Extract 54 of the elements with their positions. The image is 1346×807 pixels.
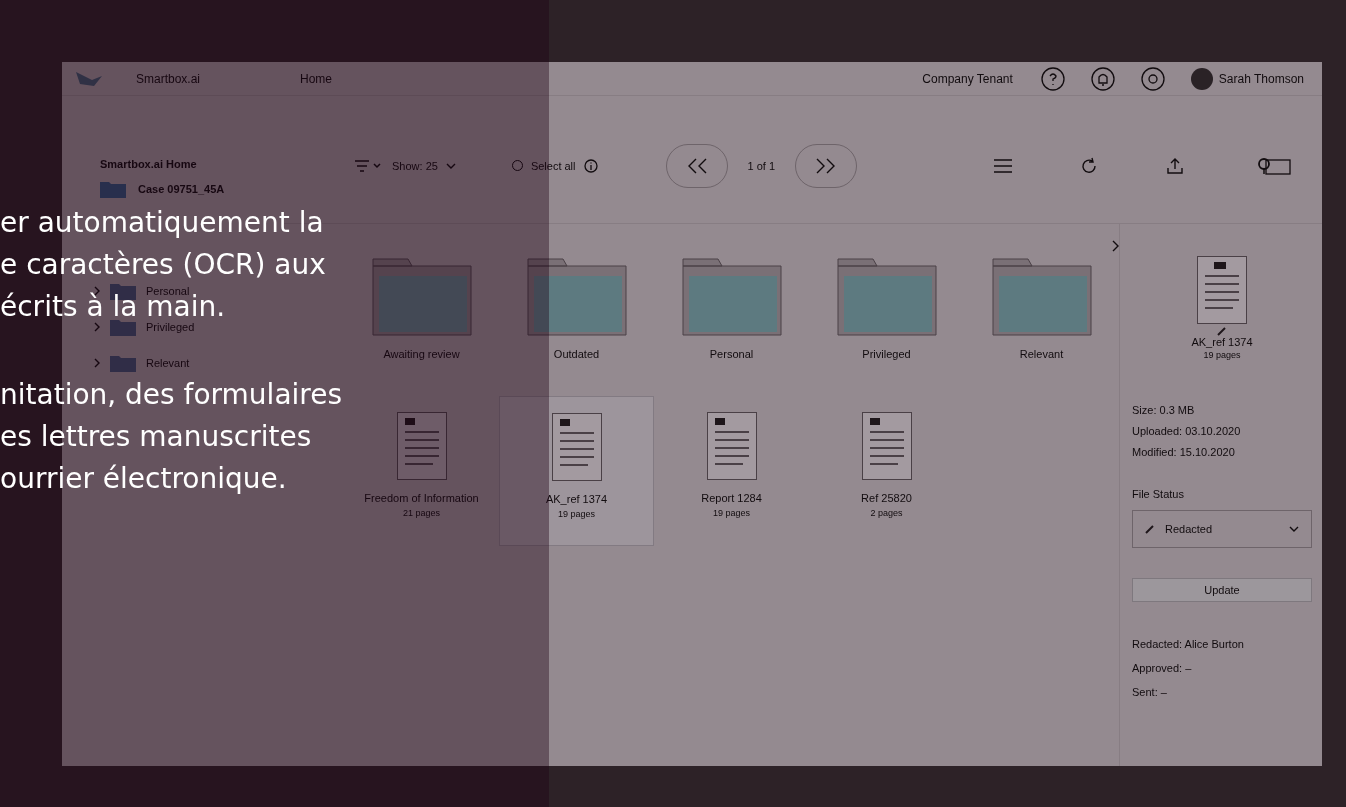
page-title: Home	[300, 71, 332, 86]
folder-icon	[681, 258, 782, 336]
status-dropdown[interactable]: Redacted	[1132, 510, 1312, 548]
history-entry: Sent: –	[1132, 686, 1168, 698]
folder-icon	[100, 180, 126, 198]
folder-icon	[110, 318, 136, 336]
history-entry: Redacted: Alice Burton	[1132, 638, 1245, 650]
document-thumbnail-icon	[1197, 256, 1247, 324]
chevron-icon[interactable]	[94, 322, 100, 332]
pen-icon	[1217, 326, 1227, 336]
settings-icon[interactable]	[1140, 66, 1165, 91]
document-thumbnail-icon	[861, 412, 912, 480]
tenant-name[interactable]: Company Tenant	[922, 71, 1013, 86]
folder-icon	[371, 258, 472, 336]
user-name[interactable]: Sarah Thomson	[1218, 71, 1304, 86]
caret-icon[interactable]	[445, 162, 456, 169]
folder-icon	[526, 258, 627, 336]
folder-tile[interactable]: Privileged	[809, 246, 964, 396]
folder-icon	[991, 258, 1092, 336]
status-label: File Status	[1132, 488, 1185, 500]
update-button[interactable]: Update	[1132, 578, 1312, 602]
user-avatar[interactable]	[1190, 67, 1213, 90]
folder-tile[interactable]: Relevant	[964, 246, 1119, 396]
select-all-label[interactable]: Select all	[530, 159, 576, 172]
page-count: 19 pages	[1203, 350, 1241, 360]
caption-text: nitation, des formulaires	[0, 383, 343, 407]
folder-tile[interactable]: Outdated	[499, 246, 654, 396]
app-name: Smartbox.ai	[136, 71, 202, 86]
refresh-icon[interactable]	[1080, 156, 1098, 175]
document-thumbnail-icon	[706, 412, 757, 480]
info-icon[interactable]	[583, 158, 598, 173]
list-view-icon[interactable]	[994, 158, 1012, 173]
document-tile[interactable]: AK_ref 1374 19 pages	[499, 396, 654, 546]
history-entry: Approved: –	[1132, 662, 1193, 674]
document-thumbnail-icon	[396, 412, 447, 480]
page-indicator: 1 of 1	[747, 159, 776, 172]
folder-icon	[110, 354, 136, 372]
file-name: AK_ref 1374	[1191, 336, 1253, 348]
document-thumbnail-icon	[551, 413, 602, 481]
help-icon[interactable]	[1040, 66, 1065, 91]
chevron-icon[interactable]	[94, 358, 100, 368]
file-info: Modified: 15.10.2020	[1132, 446, 1236, 458]
folder-icon	[836, 258, 937, 336]
file-info: Uploaded: 03.10.2020	[1132, 425, 1242, 437]
upload-icon[interactable]	[1166, 156, 1184, 175]
file-info: Size: 0.3 MB	[1132, 404, 1196, 416]
document-tile[interactable]: Report 1284 19 pages	[654, 396, 809, 546]
caret-icon	[1289, 526, 1299, 532]
folder-tile[interactable]: Personal	[654, 246, 809, 396]
chevron-icon[interactable]	[1112, 240, 1120, 252]
caption-text: es lettres manuscrites	[0, 425, 312, 449]
pen-icon	[1145, 524, 1155, 534]
document-tile[interactable]: Ref 25820 2 pages	[809, 396, 964, 546]
bell-icon[interactable]	[1090, 66, 1115, 91]
